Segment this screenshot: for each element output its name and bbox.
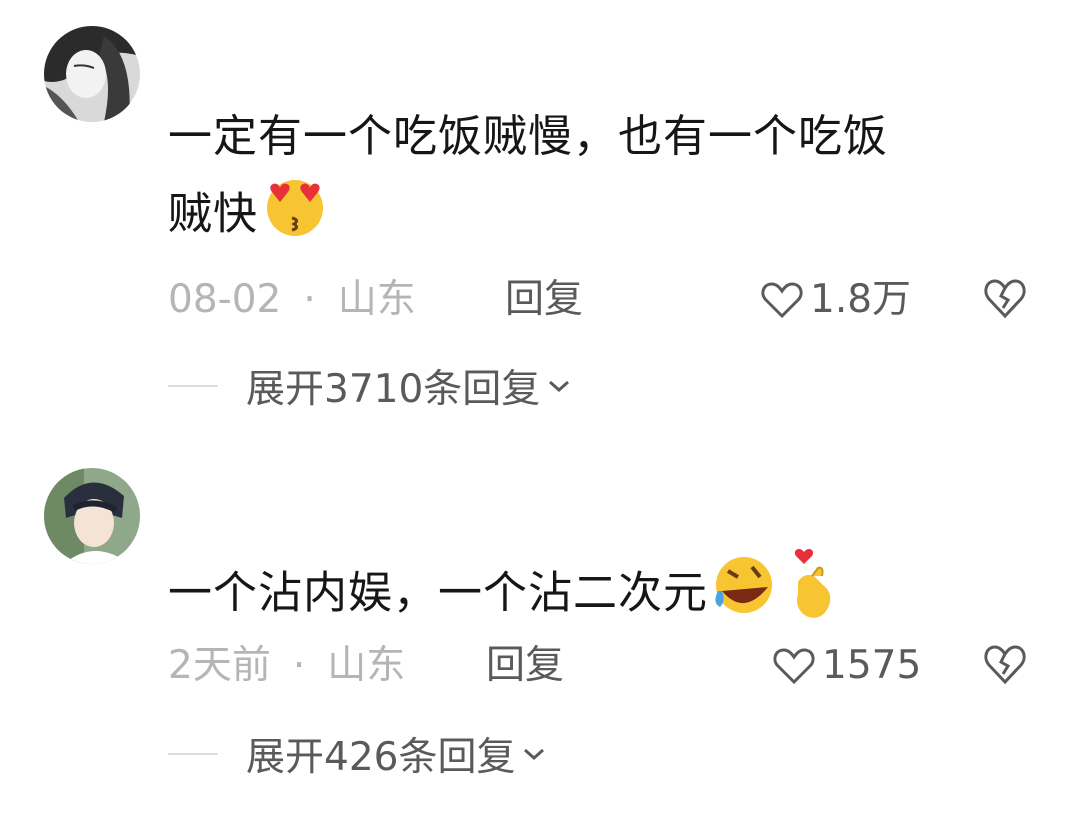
expand-replies-label: 展开3710条回复 (246, 367, 541, 412)
avatar[interactable] (44, 468, 140, 564)
comment-meta: 08-02 · 山东 (168, 270, 416, 330)
divider-line (168, 385, 218, 387)
comment-meta: 2天前 · 山东 (168, 636, 405, 696)
chevron-down-icon (524, 748, 545, 761)
expand-replies-button[interactable]: 展开426条回复 (168, 724, 547, 784)
like-count: 1.8万 (810, 277, 912, 322)
avatar[interactable] (44, 26, 140, 122)
divider-line (168, 753, 218, 755)
like-count: 1575 (822, 643, 922, 688)
comment-text-line: 贼快 (168, 188, 258, 240)
heart-outline-icon (773, 648, 815, 685)
comment-date: 08-02 (168, 277, 282, 322)
reply-button[interactable]: 回复 (486, 636, 564, 696)
dislike-button[interactable] (982, 276, 1028, 324)
like-button[interactable]: 1575 (772, 636, 921, 696)
separator-dot: · (303, 277, 316, 322)
reply-button[interactable]: 回复 (505, 270, 583, 330)
heart-hands-icon (784, 546, 844, 645)
comment-text-line: 一个沾内娱，一个沾二次元 (168, 567, 708, 619)
broken-heart-icon (984, 279, 1026, 319)
expand-replies-button[interactable]: 展开3710条回复 (168, 356, 572, 416)
dislike-button[interactable] (982, 642, 1028, 690)
like-button[interactable]: 1.8万 (760, 270, 911, 330)
heart-outline-icon (761, 282, 803, 319)
comment-location: 山东 (337, 277, 416, 322)
broken-heart-icon (984, 645, 1026, 685)
comment-text: 一个沾内娱，一个沾二次元 (168, 546, 844, 645)
comment-text-line: 一定有一个吃饭贼慢，也有一个吃饭 (168, 111, 888, 162)
comment-text: 一定有一个吃饭贼慢，也有一个吃饭 贼快 (168, 100, 888, 259)
comment-date: 2天前 (168, 643, 271, 688)
heart-eyes-kiss-emoji-icon (258, 174, 332, 259)
rolling-on-floor-laughing-icon (708, 551, 784, 640)
separator-dot: · (292, 643, 306, 688)
chevron-down-icon (549, 380, 570, 393)
expand-replies-label: 展开426条回复 (246, 735, 516, 780)
comment-location: 山东 (327, 643, 406, 688)
